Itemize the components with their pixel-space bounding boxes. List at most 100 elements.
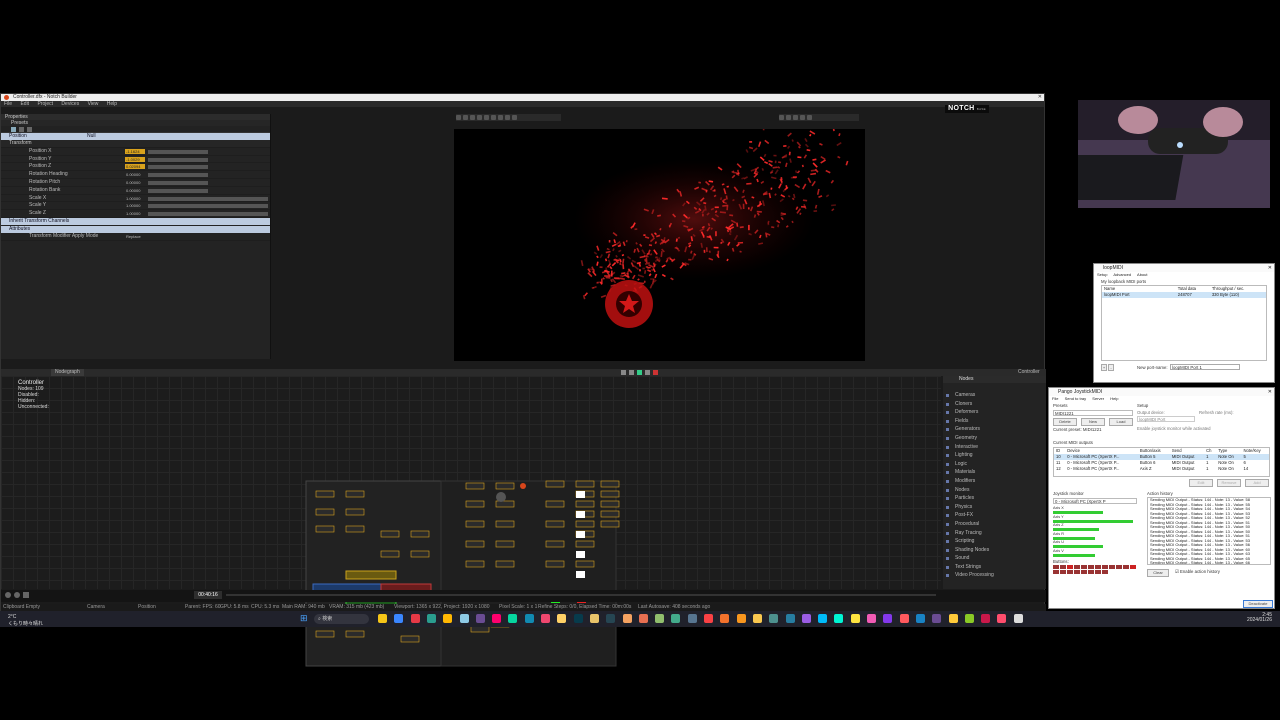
taskbar-app-icon[interactable] xyxy=(687,614,697,623)
node-category-item[interactable]: Post-FX xyxy=(943,511,1046,520)
enable-history-checkbox[interactable]: ☑ Enable action history xyxy=(1175,569,1220,575)
add-port-button[interactable]: + xyxy=(1101,364,1107,371)
taskbar-app-icon[interactable] xyxy=(997,614,1007,623)
menu-server[interactable]: Server xyxy=(1092,396,1104,401)
node-camera[interactable] xyxy=(496,492,506,502)
white-swatch-node[interactable] xyxy=(576,491,585,498)
node-box[interactable] xyxy=(600,500,620,508)
taskbar-app-icon[interactable] xyxy=(492,614,502,623)
joystick-select[interactable]: 0 - Microsoft PC (XpertX P xyxy=(1053,498,1137,504)
node-box[interactable] xyxy=(315,630,335,638)
node-category-item[interactable]: Text Strings xyxy=(943,563,1046,572)
node-box[interactable] xyxy=(600,490,620,498)
taskbar-app-icon[interactable] xyxy=(1013,614,1023,623)
position-header[interactable]: Position Null xyxy=(1,133,270,140)
taskbar-app-icon[interactable] xyxy=(736,614,746,623)
taskbar-app-icon[interactable] xyxy=(834,614,844,623)
taskbar-app-icon[interactable] xyxy=(589,614,599,623)
property-slider[interactable] xyxy=(148,188,208,193)
taskbar-app-icon[interactable] xyxy=(524,614,534,623)
timeline-scrubber[interactable] xyxy=(226,594,936,596)
layout-icon[interactable] xyxy=(786,115,791,120)
presets-select[interactable]: MIDI1221 xyxy=(1053,410,1133,416)
timeline-bar[interactable]: 00:40:16 xyxy=(1,590,1046,602)
taskbar-app-icon[interactable] xyxy=(867,614,876,623)
new-preset-button[interactable]: New xyxy=(1081,418,1105,426)
fullscreen-icon[interactable] xyxy=(793,115,798,120)
node-box[interactable] xyxy=(465,482,485,490)
taskbar-app-icon[interactable] xyxy=(638,614,648,623)
taskbar-app-icon[interactable] xyxy=(883,614,893,623)
taskbar-app-icon[interactable] xyxy=(671,614,681,623)
taskbar-app-icon[interactable] xyxy=(541,614,550,623)
taskbar-app-icon[interactable] xyxy=(606,614,616,623)
menu-help[interactable]: Help xyxy=(107,101,117,107)
property-slider[interactable] xyxy=(148,165,208,170)
node-box[interactable] xyxy=(545,540,565,548)
prev-frame-icon[interactable] xyxy=(629,370,634,375)
node-box[interactable] xyxy=(495,540,515,548)
enable-monitor-checkbox[interactable]: Enable joystick monitor while activated xyxy=(1137,426,1211,431)
taskbar-app-icon[interactable] xyxy=(720,614,730,623)
node-category-item[interactable]: Procedural xyxy=(943,520,1046,529)
camera-icon[interactable] xyxy=(484,115,489,120)
node-category-item[interactable]: Sound xyxy=(943,554,1046,563)
node-box[interactable] xyxy=(545,500,565,508)
property-value[interactable]: 1.00000 xyxy=(125,203,145,208)
tab-about[interactable]: About xyxy=(1137,272,1147,277)
node-box[interactable] xyxy=(410,550,430,558)
delete-preset-button[interactable]: Delete xyxy=(1053,418,1077,426)
taskbar-app-icon[interactable] xyxy=(443,614,453,623)
taskbar-app-icon[interactable] xyxy=(655,614,665,623)
taskbar-app-icon[interactable] xyxy=(932,614,942,623)
render-viewport[interactable] xyxy=(454,103,865,361)
node-box[interactable] xyxy=(315,525,335,533)
taskbar-app-icon[interactable] xyxy=(508,614,518,623)
property-value[interactable]: 0.00000 xyxy=(125,188,145,193)
node-box[interactable] xyxy=(465,540,485,548)
white-swatch-node[interactable] xyxy=(576,571,585,578)
tab-setup[interactable]: Setup xyxy=(1097,272,1107,277)
deactivate-button[interactable]: Deactivate xyxy=(1243,600,1273,608)
node-category-item[interactable]: Materials xyxy=(943,468,1046,477)
rotate-icon[interactable] xyxy=(470,115,475,120)
output-device-select[interactable]: loopMIDI Port xyxy=(1137,416,1195,422)
taskbar-app-icon[interactable] xyxy=(475,614,485,623)
taskbar-app-icon[interactable] xyxy=(394,614,404,623)
property-value[interactable]: 1.00000 xyxy=(125,211,145,216)
node-category-item[interactable]: Logic xyxy=(943,460,1046,469)
white-swatch-node[interactable] xyxy=(576,551,585,558)
property-slider[interactable] xyxy=(148,173,208,178)
add-button[interactable]: Add xyxy=(1245,479,1269,487)
node-box[interactable] xyxy=(345,630,365,638)
close-icon[interactable] xyxy=(27,127,32,132)
node-box[interactable] xyxy=(600,520,620,528)
taskbar-app-icon[interactable] xyxy=(426,614,436,623)
property-value[interactable]: 0.02094 xyxy=(125,164,145,170)
node-category-item[interactable]: Particles xyxy=(943,494,1046,503)
taskbar-app-icon[interactable] xyxy=(818,614,828,623)
node-category-item[interactable]: Generators xyxy=(943,425,1046,434)
taskbar-app-icon[interactable] xyxy=(801,614,811,623)
node-box[interactable] xyxy=(575,540,595,548)
taskbar-app-icon[interactable] xyxy=(964,614,974,623)
taskbar-app-icon[interactable] xyxy=(573,614,583,623)
new-port-input[interactable]: loopMIDI Port 1 xyxy=(1170,364,1240,370)
node-box[interactable] xyxy=(575,500,595,508)
node-box[interactable] xyxy=(465,560,485,568)
taskbar-app-icon[interactable] xyxy=(915,614,925,623)
node-box[interactable] xyxy=(495,520,515,528)
menu-send-to-tray[interactable]: Send to tray xyxy=(1065,396,1087,401)
taskbar-app-icon[interactable] xyxy=(981,614,991,623)
node-box[interactable] xyxy=(380,550,400,558)
view-icon[interactable] xyxy=(779,115,784,120)
node-category-item[interactable]: Deformers xyxy=(943,408,1046,417)
grid-icon[interactable] xyxy=(491,115,496,120)
search-box[interactable]: ⌕ 検索 xyxy=(314,614,369,624)
taskbar-app-icon[interactable] xyxy=(850,614,860,623)
taskbar-app-icon[interactable] xyxy=(769,614,779,623)
node-box[interactable] xyxy=(600,510,620,518)
node-category-item[interactable]: Nodes xyxy=(943,486,1046,495)
node-category-item[interactable]: Modifiers xyxy=(943,477,1046,486)
property-slider[interactable] xyxy=(148,212,268,217)
